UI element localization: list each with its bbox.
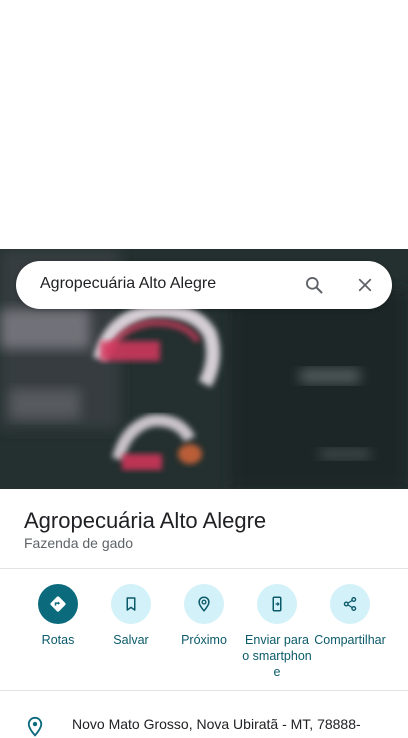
nearby-icon: [184, 584, 224, 624]
send-to-phone-icon: [257, 584, 297, 624]
divider: [0, 568, 408, 569]
nearby-label: Próximo: [181, 633, 227, 647]
search-query[interactable]: Agropecuária Alto Alegre: [40, 275, 216, 293]
bookmark-icon: [111, 584, 151, 624]
place-title: Agropecuária Alto Alegre: [24, 508, 267, 533]
map-blank-area: [0, 0, 408, 249]
share-button[interactable]: Compartilhar: [313, 584, 387, 648]
place-category: Fazenda de gado: [24, 535, 133, 551]
nearby-button[interactable]: Próximo: [167, 584, 241, 648]
save-label: Salvar: [113, 633, 149, 647]
save-button[interactable]: Salvar: [94, 584, 168, 648]
address-text[interactable]: Novo Mato Grosso, Nova Ubiratã - MT, 788…: [72, 716, 361, 732]
send-to-phone-label: Enviar para o smartphone: [242, 633, 312, 679]
location-pin-icon: [27, 716, 43, 737]
directions-button[interactable]: Rotas: [21, 584, 95, 648]
search-bar[interactable]: Agropecuária Alto Alegre: [16, 261, 392, 309]
close-icon[interactable]: [356, 276, 374, 294]
send-to-phone-button[interactable]: Enviar para o smartphone: [240, 584, 314, 680]
search-icon[interactable]: [304, 275, 324, 295]
directions-icon: [38, 584, 78, 624]
divider: [0, 690, 408, 691]
share-icon: [330, 584, 370, 624]
share-label: Compartilhar: [314, 633, 386, 647]
directions-label: Rotas: [41, 633, 75, 647]
